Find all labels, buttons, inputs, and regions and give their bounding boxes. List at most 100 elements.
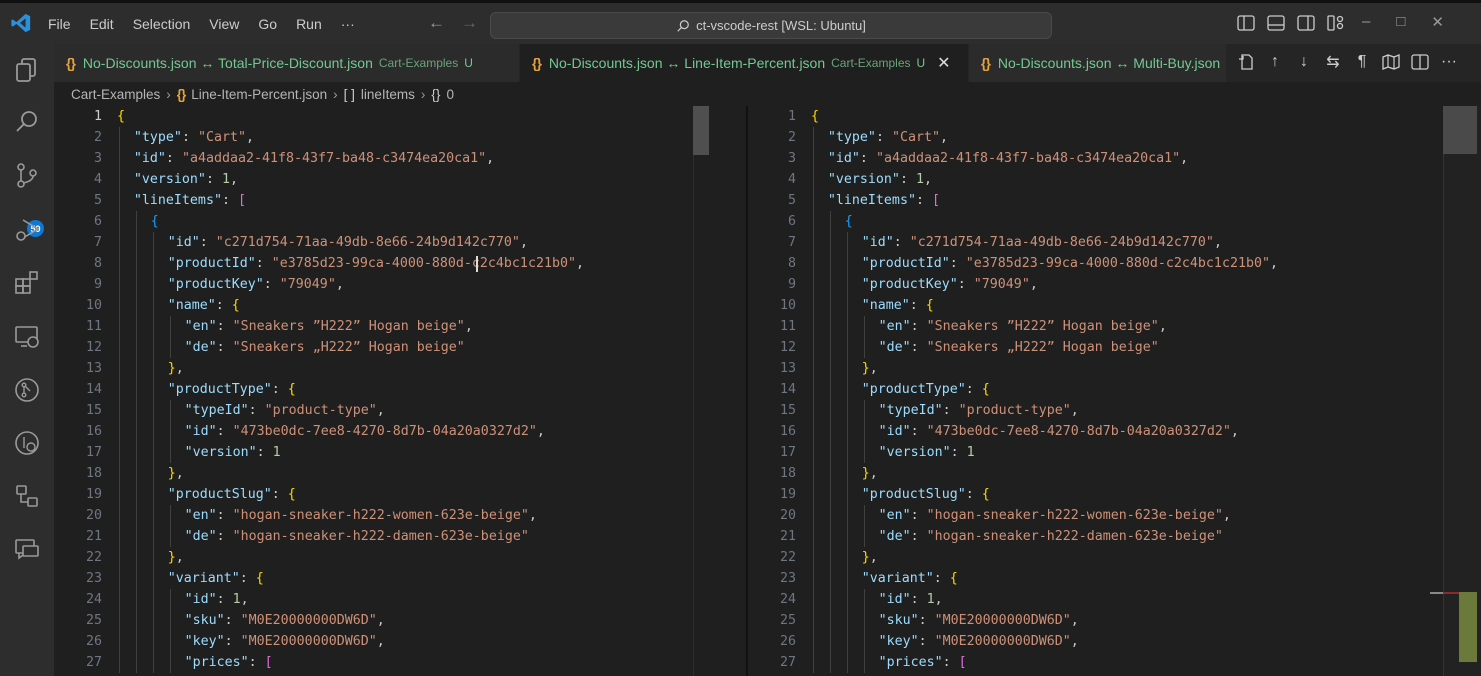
code-line[interactable]: 13}, <box>54 358 710 379</box>
code-line[interactable]: 9 "productKey": "79049", <box>54 274 710 295</box>
code-line[interactable]: 2 "type": "Cart", <box>748 127 1481 148</box>
code-line[interactable]: 15 "typeId": "product-type", <box>748 400 1481 421</box>
code-line[interactable]: 14 "productType": { <box>54 379 710 400</box>
menu-view[interactable]: View <box>209 16 239 32</box>
minimize-icon[interactable]: – <box>1362 13 1370 31</box>
code-line[interactable]: 17 "version": 1 <box>54 442 710 463</box>
code-line[interactable]: 24 "id": 1, <box>54 589 710 610</box>
code-line[interactable]: 12 "de": "Sneakers „H222” Hogan beige" <box>54 337 710 358</box>
show-whitespace-icon[interactable]: ¶ <box>1352 52 1372 72</box>
code-line[interactable]: 21 "de": "hogan-sneaker-h222-damen-623e-b… <box>54 526 710 547</box>
code-line[interactable]: 4 "version": 1, <box>54 169 710 190</box>
code-line[interactable]: 10 "name": { <box>748 295 1481 316</box>
github-icon[interactable] <box>13 376 41 404</box>
maximize-icon[interactable]: □ <box>1396 13 1405 31</box>
code-line[interactable]: 7 "id": "c271d754-71aa-49db-8e66-24b9d142… <box>748 232 1481 253</box>
breadcrumb-file[interactable]: Line-Item-Percent.json <box>191 87 327 102</box>
remote-explorer-icon[interactable] <box>13 323 41 351</box>
close-window-icon[interactable]: ✕ <box>1431 13 1444 31</box>
split-editor-icon[interactable] <box>1410 52 1430 72</box>
menu-go[interactable]: Go <box>258 16 277 32</box>
breadcrumb-lineitems[interactable]: lineItems <box>361 87 415 102</box>
code-line[interactable]: 16 "id": "473be0dc-7ee8-4270-8d7b-04a20a0… <box>748 421 1481 442</box>
code-line[interactable]: 11 "en": "Sneakers ”H222” Hogan beige", <box>54 316 710 337</box>
code-line[interactable]: 26 "key": "M0E20000000DW6D", <box>54 631 710 652</box>
next-change-icon[interactable]: ↓ <box>1294 52 1314 72</box>
overview-ruler[interactable] <box>1443 106 1481 676</box>
diff-editor-original[interactable]: 1{2 "type": "Cart", 3 "id": "a4addaa2-41f8-… <box>54 106 710 676</box>
close-tab-icon[interactable]: ✕ <box>937 53 950 73</box>
code-line[interactable]: 5 "lineItems": [ <box>54 190 710 211</box>
gitlens-icon[interactable] <box>13 429 41 457</box>
code-line[interactable]: 8 "productId": "e3785d23-99ca-4000-880d-c… <box>54 253 710 274</box>
toggle-minimap-icon[interactable] <box>1381 52 1401 72</box>
code-line[interactable]: 22}, <box>54 547 710 568</box>
tab-multi-buy[interactable]: {} No-Discounts.json ↔ Multi-Buy.json <box>969 44 1226 82</box>
search-icon[interactable] <box>13 108 41 136</box>
tab-line-item-percent[interactable]: {} No-Discounts.json ↔ Line-Item-Percent… <box>520 44 968 82</box>
code-line[interactable]: 1{ <box>748 106 1481 127</box>
code-line[interactable]: 15 "typeId": "product-type", <box>54 400 710 421</box>
left-scrollbar[interactable] <box>693 106 709 676</box>
left-scrollbar-thumb[interactable] <box>693 106 709 155</box>
open-file-icon[interactable] <box>1236 52 1256 72</box>
code-line[interactable]: 18}, <box>54 463 710 484</box>
code-line[interactable]: 18}, <box>748 463 1481 484</box>
explorer-icon[interactable] <box>13 56 41 84</box>
code-line[interactable]: 21 "de": "hogan-sneaker-h222-damen-623e-b… <box>748 526 1481 547</box>
menu-selection[interactable]: Selection <box>133 16 191 32</box>
code-line[interactable]: 20 "en": "hogan-sneaker-h222-women-623e-b… <box>748 505 1481 526</box>
breadcrumb-index[interactable]: 0 <box>446 87 454 102</box>
toggle-secondary-sidebar-icon[interactable] <box>1296 13 1316 33</box>
chat-icon[interactable] <box>13 535 41 563</box>
code-line[interactable]: 4 "version": 1, <box>748 169 1481 190</box>
more-actions-icon[interactable]: ··· <box>1439 52 1459 72</box>
code-line[interactable]: 23 "variant": { <box>748 568 1481 589</box>
command-center[interactable]: ct-vscode-rest [WSL: Ubuntu] <box>490 12 1052 39</box>
menu-file[interactable]: File <box>48 16 71 32</box>
source-control-icon[interactable] <box>13 162 41 190</box>
code-line[interactable]: 19 "productSlug": { <box>748 484 1481 505</box>
swap-sides-icon[interactable]: ⇆ <box>1323 52 1343 72</box>
code-line[interactable]: 16 "id": "473be0dc-7ee8-4270-8d7b-04a20a0… <box>54 421 710 442</box>
code-line[interactable]: 7 "id": "c271d754-71aa-49db-8e66-24b9d142… <box>54 232 710 253</box>
menu-run[interactable]: Run <box>296 16 322 32</box>
code-line[interactable]: 1{ <box>54 106 710 127</box>
toggle-panel-icon[interactable] <box>1266 13 1286 33</box>
code-line[interactable]: 14 "productType": { <box>748 379 1481 400</box>
code-line[interactable]: 13}, <box>748 358 1481 379</box>
code-line[interactable]: 27 "prices": [ <box>54 652 710 673</box>
run-and-debug-icon[interactable] <box>13 216 41 244</box>
code-line[interactable]: 26 "key": "M0E20000000DW6D", <box>748 631 1481 652</box>
code-line[interactable]: 3 "id": "a4addaa2-41f8-43f7-ba48-c3474ea2… <box>748 148 1481 169</box>
toggle-primary-sidebar-icon[interactable] <box>1236 13 1256 33</box>
code-line[interactable]: 8 "productId": "e3785d23-99ca-4000-880d-c… <box>748 253 1481 274</box>
code-line[interactable]: 2 "type": "Cart", <box>54 127 710 148</box>
code-line[interactable]: 17 "version": 1 <box>748 442 1481 463</box>
previous-change-icon[interactable]: ↑ <box>1265 52 1285 72</box>
menu-more[interactable]: ··· <box>341 16 355 32</box>
customize-layout-icon[interactable] <box>1326 13 1346 33</box>
code-line[interactable]: 11 "en": "Sneakers ”H222” Hogan beige", <box>748 316 1481 337</box>
diff-editor-modified[interactable]: 1{2 "type": "Cart", 3 "id": "a4addaa2-41f8-… <box>748 106 1481 676</box>
tab-total-price-discount[interactable]: {} No-Discounts.json ↔ Total-Price-Disco… <box>54 44 519 82</box>
code-line[interactable]: 25 "sku": "M0E20000000DW6D", <box>54 610 710 631</box>
back-arrow-icon[interactable]: ← <box>428 13 445 33</box>
code-line[interactable]: 20 "en": "hogan-sneaker-h222-women-623e-b… <box>54 505 710 526</box>
extensions-icon[interactable] <box>13 269 41 297</box>
right-scrollbar-thumb[interactable] <box>1443 106 1477 154</box>
breadcrumb-folder[interactable]: Cart-Examples <box>71 87 160 102</box>
code-line[interactable]: 6{ <box>748 211 1481 232</box>
menu-edit[interactable]: Edit <box>90 16 114 32</box>
code-line[interactable]: 19 "productSlug": { <box>54 484 710 505</box>
code-line[interactable]: 6{ <box>54 211 710 232</box>
forward-arrow-icon[interactable]: → <box>461 13 478 33</box>
code-line[interactable]: 22}, <box>748 547 1481 568</box>
code-line[interactable]: 27 "prices": [ <box>748 652 1481 673</box>
code-line[interactable]: 5 "lineItems": [ <box>748 190 1481 211</box>
code-line[interactable]: 9 "productKey": "79049", <box>748 274 1481 295</box>
code-line[interactable]: 12 "de": "Sneakers „H222” Hogan beige" <box>748 337 1481 358</box>
code-line[interactable]: 24 "id": 1, <box>748 589 1481 610</box>
code-line[interactable]: 23 "variant": { <box>54 568 710 589</box>
workspaces-icon[interactable] <box>13 482 41 510</box>
